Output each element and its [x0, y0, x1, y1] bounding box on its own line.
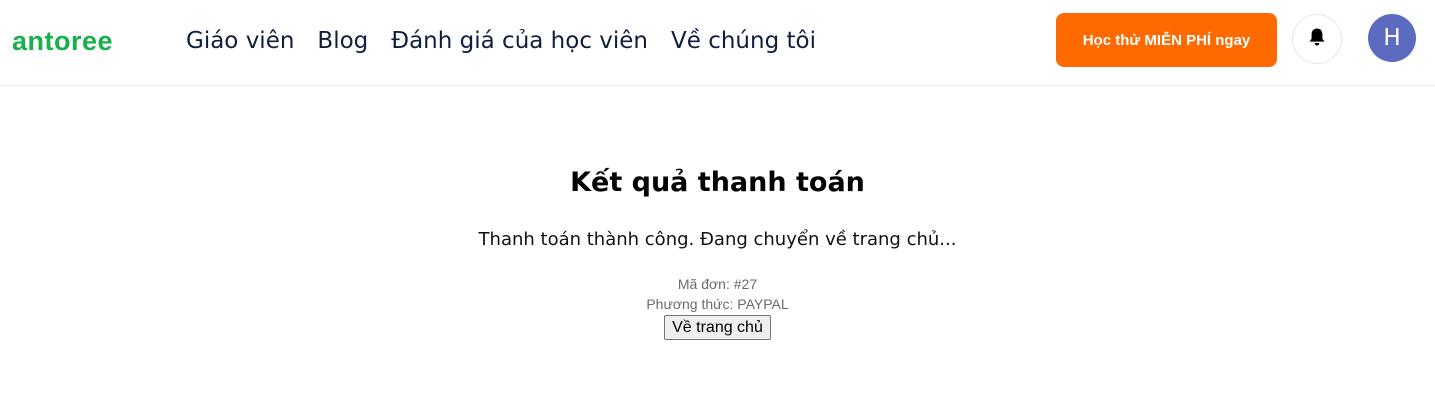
notifications-button[interactable]: [1292, 14, 1342, 64]
site-header: antoree Giáo viên Blog Đánh giá của học …: [0, 0, 1435, 86]
nav-link-teachers[interactable]: Giáo viên: [186, 28, 294, 54]
page-title: Kết quả thanh toán: [570, 167, 865, 198]
main-nav: Giáo viên Blog Đánh giá của học viên Về …: [186, 28, 816, 54]
nav-link-blog[interactable]: Blog: [317, 28, 368, 54]
order-id: Mã đơn: #27: [677, 276, 758, 292]
nav-link-reviews[interactable]: Đánh giá của học viên: [391, 28, 648, 54]
bell-icon: [1308, 27, 1326, 51]
back-home-button[interactable]: Về trang chủ: [664, 315, 771, 340]
free-trial-button[interactable]: Học thử MIỄN PHÍ ngay: [1056, 13, 1277, 67]
avatar[interactable]: H: [1368, 14, 1416, 62]
payment-result: Kết quả thanh toán Thanh toán thành công…: [0, 87, 1435, 340]
status-message: Thanh toán thành công. Đang chuyển về tr…: [478, 229, 957, 250]
payment-method: Phương thức: PAYPAL: [646, 296, 789, 312]
logo[interactable]: antoree: [12, 26, 113, 57]
nav-link-about[interactable]: Về chúng tôi: [671, 28, 816, 54]
